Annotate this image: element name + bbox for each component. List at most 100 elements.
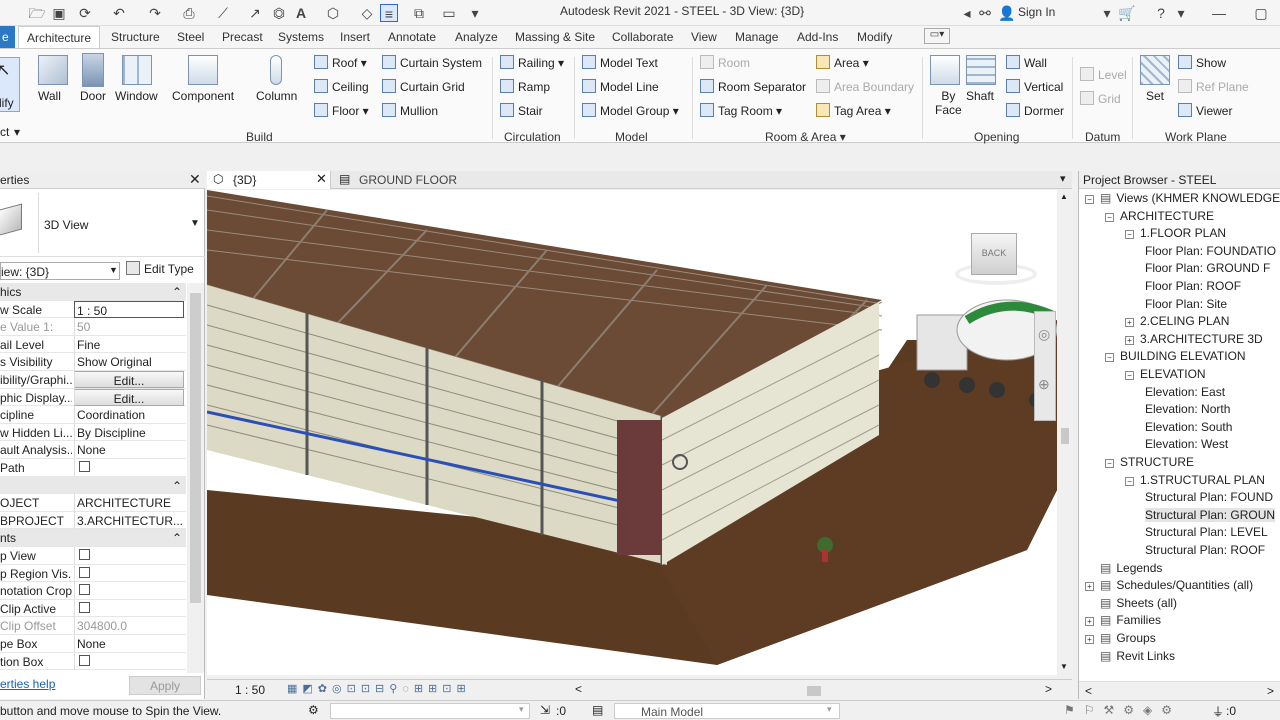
property-row[interactable]: cipline Coordination bbox=[0, 406, 186, 424]
property-value[interactable]: By Discipline bbox=[74, 423, 184, 441]
hscroll-thumb[interactable] bbox=[807, 686, 821, 696]
view-cube-face[interactable]: BACK bbox=[971, 233, 1017, 275]
tree-item[interactable]: − ARCHITECTURE bbox=[1105, 209, 1214, 223]
select-dropdown-arrow-icon[interactable]: ▾ bbox=[14, 125, 20, 139]
tree-item[interactable]: Floor Plan: Site bbox=[1145, 297, 1227, 311]
tree-item[interactable]: − STRUCTURE bbox=[1105, 455, 1194, 469]
property-value[interactable]: Coordination bbox=[74, 406, 184, 424]
user-icon[interactable]: 👤 bbox=[998, 4, 1016, 22]
tree-item[interactable]: + ▤ Schedules/Quantities (all) bbox=[1085, 578, 1253, 592]
instance-selector[interactable]: iew: {3D} ▼ bbox=[0, 262, 120, 280]
binoculars-icon[interactable]: ⚯ bbox=[976, 4, 994, 22]
checkbox[interactable] bbox=[79, 584, 90, 596]
type-selector[interactable]: 3D View ▼ bbox=[0, 193, 205, 257]
property-value[interactable]: 3.ARCHITECTUR... bbox=[74, 511, 184, 529]
tree-item[interactable]: + ▤ Families bbox=[1085, 613, 1161, 627]
sync-icon[interactable]: ⟳ bbox=[76, 4, 94, 22]
checkbox[interactable] bbox=[79, 654, 90, 666]
level-button[interactable]: Level bbox=[1080, 67, 1127, 82]
panel-room-area-label[interactable]: Room & Area ▾ bbox=[765, 130, 846, 144]
property-row[interactable]: Path bbox=[0, 459, 186, 477]
view-cube[interactable]: BACK bbox=[951, 231, 1041, 289]
browser-hscrollbar[interactable]: < > bbox=[1079, 681, 1280, 699]
ramp-button[interactable]: Ramp bbox=[500, 79, 550, 94]
select-dropdown[interactable]: ct bbox=[0, 125, 9, 139]
tree-item[interactable]: Floor Plan: FOUNDATIO bbox=[1145, 244, 1276, 258]
collapse-icon[interactable]: − bbox=[1085, 195, 1094, 204]
ceiling-button[interactable]: Ceiling bbox=[314, 79, 369, 94]
property-value[interactable]: 1 : 50 bbox=[74, 300, 184, 318]
scrollbar-thumb[interactable] bbox=[1061, 428, 1069, 444]
mullion-button[interactable]: Mullion bbox=[382, 103, 438, 118]
wall-opening-button[interactable]: Wall bbox=[1006, 55, 1047, 70]
modify-button[interactable]: ↖ dify bbox=[0, 57, 20, 112]
property-row[interactable]: notation Crop bbox=[0, 582, 186, 600]
panel-toggle-icon[interactable]: ▭▾ bbox=[924, 28, 950, 44]
zoom-icon[interactable]: ⊕ bbox=[1038, 376, 1050, 393]
dormer-button[interactable]: Dormer bbox=[1006, 103, 1064, 118]
dimension-icon[interactable]: ↗ bbox=[246, 4, 264, 22]
tree-item[interactable]: Floor Plan: ROOF bbox=[1145, 279, 1241, 293]
expand-icon[interactable]: + bbox=[1085, 635, 1094, 644]
tab-structure[interactable]: Structure bbox=[111, 30, 160, 44]
switch-windows-icon[interactable]: ▭ bbox=[440, 4, 458, 22]
view-scale[interactable]: 1 : 50 bbox=[235, 683, 265, 697]
customize-dropdown-icon[interactable]: ▾ bbox=[466, 4, 484, 22]
tree-item[interactable]: ▤ Revit Links bbox=[1085, 649, 1175, 663]
tab-3d-view[interactable]: ⬡ {3D} ✕ bbox=[207, 171, 331, 189]
property-row[interactable]: phic Display... Edit... bbox=[0, 388, 186, 407]
tab-menu-icon[interactable]: ▾ bbox=[1060, 172, 1066, 185]
scroll-down-icon[interactable]: ▼ bbox=[1060, 662, 1068, 671]
property-checkbox-cell[interactable] bbox=[74, 652, 184, 670]
curtain-grid-button[interactable]: Curtain Grid bbox=[382, 79, 465, 94]
apply-button[interactable]: Apply bbox=[129, 676, 201, 695]
expand-icon[interactable]: + bbox=[1085, 617, 1094, 627]
curtain-system-button[interactable]: Curtain System bbox=[382, 55, 482, 70]
property-checkbox-cell[interactable] bbox=[74, 582, 184, 600]
tree-item[interactable]: Structural Plan: ROOF bbox=[1145, 543, 1265, 557]
close-icon[interactable]: ✕ bbox=[316, 171, 327, 187]
collapse-icon[interactable]: − bbox=[1105, 353, 1114, 363]
tab-add-ins[interactable]: Add-Ins bbox=[797, 30, 838, 44]
model-canvas[interactable] bbox=[207, 190, 1057, 675]
viewport-vscrollbar[interactable]: ▲ ▼ bbox=[1058, 190, 1072, 675]
door-button[interactable]: Door bbox=[80, 89, 106, 103]
property-checkbox-cell[interactable] bbox=[74, 459, 184, 476]
tree-item[interactable]: Elevation: South bbox=[1145, 420, 1232, 434]
property-value[interactable]: Fine bbox=[74, 335, 184, 353]
floor-button[interactable]: Floor ▾ bbox=[314, 103, 369, 118]
tree-item[interactable]: +2.CELING PLAN bbox=[1125, 314, 1229, 328]
edit-button[interactable]: Edit... bbox=[74, 388, 184, 406]
edit-type-button[interactable]: Edit Type bbox=[126, 261, 202, 281]
tree-item[interactable]: +3.ARCHITECTURE 3D bbox=[1125, 332, 1263, 346]
property-value[interactable]: ARCHITECTURE bbox=[74, 494, 184, 512]
property-row[interactable]: ault Analysis... None bbox=[0, 441, 186, 459]
tree-item[interactable]: Structural Plan: LEVEL bbox=[1145, 525, 1268, 539]
minimize-icon[interactable]: — bbox=[1210, 4, 1228, 22]
tag-icon[interactable]: ⏣ bbox=[270, 4, 288, 22]
property-row[interactable]: ail Level Fine bbox=[0, 335, 186, 354]
open-icon[interactable]: 🗁 bbox=[28, 4, 46, 22]
scroll-right-icon[interactable]: > bbox=[1045, 682, 1052, 696]
properties-help-link[interactable]: erties help bbox=[0, 677, 55, 691]
property-value[interactable]: None bbox=[74, 441, 184, 459]
filter-icon[interactable]: ⏚ bbox=[1212, 703, 1224, 720]
print-icon[interactable]: ⎙ bbox=[180, 4, 198, 22]
checkbox[interactable] bbox=[79, 549, 90, 560]
scroll-up-icon[interactable]: ▲ bbox=[1060, 192, 1068, 201]
property-row[interactable]: p View bbox=[0, 547, 186, 565]
tab-analyze[interactable]: Analyze bbox=[455, 30, 498, 44]
column-button[interactable]: Column bbox=[256, 89, 297, 103]
tab-file[interactable]: e bbox=[0, 26, 15, 48]
area-button[interactable]: Area ▾ bbox=[816, 55, 869, 70]
tag-area-button[interactable]: Tag Area ▾ bbox=[816, 103, 891, 118]
checkbox[interactable] bbox=[79, 601, 90, 613]
window-button[interactable]: Window bbox=[115, 89, 158, 103]
property-value[interactable]: None bbox=[74, 635, 184, 652]
ref-plane-button[interactable]: Ref Plane bbox=[1178, 79, 1249, 94]
collapse-icon[interactable]: − bbox=[1105, 459, 1114, 468]
model-group-button[interactable]: Model Group ▾ bbox=[582, 103, 679, 118]
property-row[interactable]: Clip Offset 304800.0 bbox=[0, 617, 186, 635]
area-boundary-button[interactable]: Area Boundary bbox=[816, 79, 914, 94]
grid-button[interactable]: Grid bbox=[1080, 91, 1121, 106]
